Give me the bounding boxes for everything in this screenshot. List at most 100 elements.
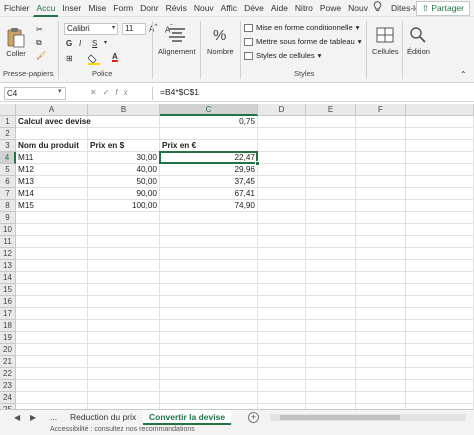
- tab-developpeur[interactable]: Déve: [240, 0, 267, 17]
- cell-e2[interactable]: [306, 128, 356, 140]
- row-header-20[interactable]: 20: [0, 344, 16, 356]
- cell-a19[interactable]: [16, 332, 88, 344]
- worksheet-grid[interactable]: A B C D E F 1 Calcul avec devise 0,75 2 3 Nom du pr…: [0, 104, 474, 409]
- cell-d7[interactable]: [258, 188, 306, 200]
- cell-a9[interactable]: [16, 212, 88, 224]
- cell-b15[interactable]: [88, 284, 160, 296]
- lightbulb-icon[interactable]: [371, 1, 385, 15]
- cell-d14[interactable]: [258, 272, 306, 284]
- cell-c4[interactable]: 22,47: [160, 152, 258, 164]
- paste-button[interactable]: Coller: [6, 27, 26, 58]
- cell-e13[interactable]: [306, 260, 356, 272]
- cell-c15[interactable]: [160, 284, 258, 296]
- underline-button[interactable]: S: [92, 39, 97, 48]
- cell-f1[interactable]: [356, 116, 406, 128]
- cell-b3[interactable]: Prix en $: [88, 140, 160, 152]
- prev-sheet-icon[interactable]: ◀: [14, 413, 20, 422]
- row-header-17[interactable]: 17: [0, 308, 16, 320]
- cell-d9[interactable]: [258, 212, 306, 224]
- row-header-8[interactable]: 8: [0, 200, 16, 212]
- tab-aide[interactable]: Aide: [267, 0, 291, 17]
- cell-d19[interactable]: [258, 332, 306, 344]
- cell-c6[interactable]: 37,45: [160, 176, 258, 188]
- column-header-a[interactable]: A: [16, 104, 88, 116]
- grow-font-icon[interactable]: A^: [149, 23, 157, 34]
- row-header-21[interactable]: 21: [0, 356, 16, 368]
- borders-icon[interactable]: ⊞: [66, 54, 73, 63]
- row-header-24[interactable]: 24: [0, 392, 16, 404]
- cell-e24[interactable]: [306, 392, 356, 404]
- cell-d6[interactable]: [258, 176, 306, 188]
- cell-a2[interactable]: [16, 128, 88, 140]
- row-header-18[interactable]: 18: [0, 320, 16, 332]
- cell-f8[interactable]: [356, 200, 406, 212]
- next-sheet-icon[interactable]: ▶: [30, 413, 36, 422]
- cell-e22[interactable]: [306, 368, 356, 380]
- cell-f17[interactable]: [356, 308, 406, 320]
- cell-b7[interactable]: 90,00: [88, 188, 160, 200]
- cell-e12[interactable]: [306, 248, 356, 260]
- conditional-formatting-button[interactable]: Mise en forme conditionnelle ▾: [244, 23, 359, 32]
- cell-a5[interactable]: M12: [16, 164, 88, 176]
- cell-a20[interactable]: [16, 344, 88, 356]
- cell-a18[interactable]: [16, 320, 88, 332]
- cell-e16[interactable]: [306, 296, 356, 308]
- cell-b10[interactable]: [88, 224, 160, 236]
- tab-formules[interactable]: Form: [109, 0, 136, 17]
- tab-donnees[interactable]: Donr: [136, 0, 161, 17]
- cell-a11[interactable]: [16, 236, 88, 248]
- cell-a22[interactable]: [16, 368, 88, 380]
- cancel-icon[interactable]: ✕: [90, 88, 103, 97]
- italic-button[interactable]: I: [79, 39, 81, 48]
- cell-f14[interactable]: [356, 272, 406, 284]
- cell-b22[interactable]: [88, 368, 160, 380]
- row-header-12[interactable]: 12: [0, 248, 16, 260]
- cell-c11[interactable]: [160, 236, 258, 248]
- cell-e23[interactable]: [306, 380, 356, 392]
- row-header-5[interactable]: 5: [0, 164, 16, 176]
- cell-f21[interactable]: [356, 356, 406, 368]
- cell-e20[interactable]: [306, 344, 356, 356]
- column-header-f[interactable]: F: [356, 104, 406, 116]
- cell-a13[interactable]: [16, 260, 88, 272]
- cell-f5[interactable]: [356, 164, 406, 176]
- cell-c13[interactable]: [160, 260, 258, 272]
- column-header-c[interactable]: C: [160, 104, 258, 116]
- font-color-icon[interactable]: A: [112, 52, 118, 61]
- cell-c17[interactable]: [160, 308, 258, 320]
- row-header-19[interactable]: 19: [0, 332, 16, 344]
- cell-a14[interactable]: [16, 272, 88, 284]
- cell-e8[interactable]: [306, 200, 356, 212]
- row-header-15[interactable]: 15: [0, 284, 16, 296]
- cell-a6[interactable]: M13: [16, 176, 88, 188]
- cell-d20[interactable]: [258, 344, 306, 356]
- cell-b5[interactable]: 40,00: [88, 164, 160, 176]
- cell-f3[interactable]: [356, 140, 406, 152]
- cell-f7[interactable]: [356, 188, 406, 200]
- column-header-b[interactable]: B: [88, 104, 160, 116]
- cell-c8[interactable]: 74,90: [160, 200, 258, 212]
- cell-e14[interactable]: [306, 272, 356, 284]
- copy-icon[interactable]: ⧉: [36, 38, 42, 48]
- cell-b11[interactable]: [88, 236, 160, 248]
- cell-b13[interactable]: [88, 260, 160, 272]
- cell-c9[interactable]: [160, 212, 258, 224]
- cell-d8[interactable]: [258, 200, 306, 212]
- add-sheet-icon[interactable]: +: [248, 412, 259, 423]
- cell-d13[interactable]: [258, 260, 306, 272]
- cell-c5[interactable]: 29,96: [160, 164, 258, 176]
- row-header-16[interactable]: 16: [0, 296, 16, 308]
- cell-c14[interactable]: [160, 272, 258, 284]
- cell-b6[interactable]: 50,00: [88, 176, 160, 188]
- tab-power[interactable]: Powe: [316, 0, 344, 17]
- cells-button[interactable]: Cellules: [372, 25, 399, 56]
- cell-e10[interactable]: [306, 224, 356, 236]
- cell-e5[interactable]: [306, 164, 356, 176]
- row-header-14[interactable]: 14: [0, 272, 16, 284]
- cell-d2[interactable]: [258, 128, 306, 140]
- cell-a7[interactable]: M14: [16, 188, 88, 200]
- cell-c10[interactable]: [160, 224, 258, 236]
- tab-insertion[interactable]: Inser: [58, 0, 84, 17]
- row-header-7[interactable]: 7: [0, 188, 16, 200]
- bold-button[interactable]: G: [66, 39, 72, 48]
